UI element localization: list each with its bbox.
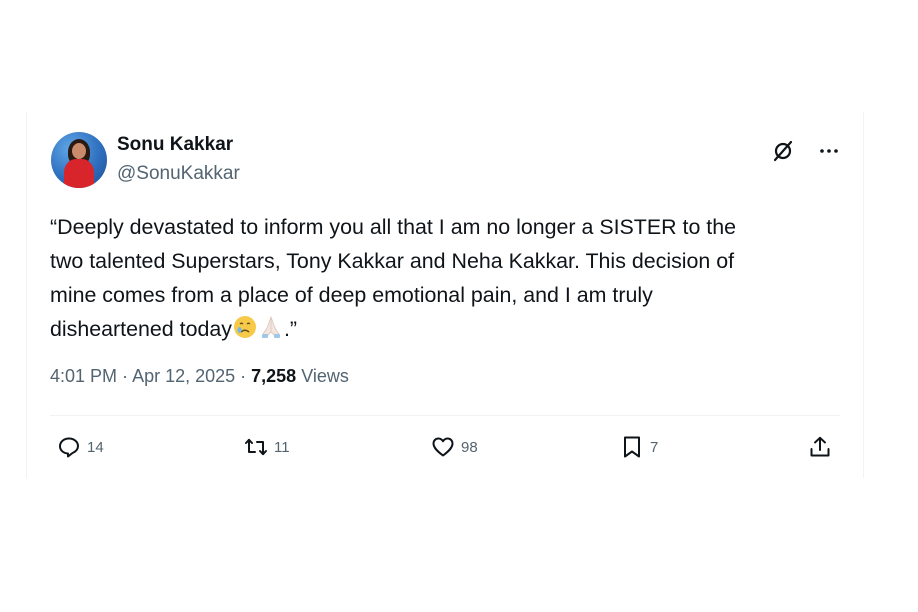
folded-hands-emoji (261, 315, 280, 338)
share-button[interactable] (808, 434, 832, 460)
meta-separator: · (117, 366, 133, 386)
reply-count: 14 (87, 438, 104, 456)
bookmark-count: 7 (650, 438, 659, 456)
retweet-button[interactable]: 11 (244, 434, 290, 460)
like-button[interactable]: 98 (431, 434, 478, 460)
tweet-date[interactable]: Apr 12, 2025 (132, 366, 235, 386)
tweet-text-segment: .” (283, 317, 298, 341)
tweet-text-line: “Deeply devastated to inform you all tha… (50, 215, 737, 239)
more-icon[interactable] (817, 139, 841, 163)
author-name[interactable]: Sonu Kakkar (117, 134, 233, 156)
views-label: Views (296, 366, 349, 386)
heart-icon (432, 437, 454, 457)
tweet-text-line: two talented Superstars, Tony Kakkar and… (50, 249, 735, 273)
retweet-count: 11 (274, 438, 290, 456)
grok-icon[interactable] (771, 139, 795, 163)
tweet-card: Sonu Kakkar @SonuKakkar “Deeply devastat… (26, 112, 864, 478)
crying-face-emoji (233, 316, 256, 338)
like-count: 98 (461, 438, 478, 456)
bookmark-icon (624, 436, 640, 458)
reply-button[interactable]: 14 (57, 434, 104, 460)
reply-icon (59, 437, 79, 458)
tweet-meta: 4:01 PM · Apr 12, 2025 · 7,258 Views (50, 366, 349, 387)
avatar[interactable] (51, 132, 107, 188)
tweet-time[interactable]: 4:01 PM (50, 366, 117, 386)
bookmark-button[interactable]: 7 (620, 434, 658, 460)
views-count[interactable]: 7,258 (251, 366, 296, 386)
tweet-text: “Deeply devastated to inform you all tha… (50, 210, 850, 346)
retweet-icon (245, 438, 267, 456)
share-icon (810, 436, 830, 457)
divider (50, 415, 840, 416)
author-handle[interactable]: @SonuKakkar (117, 163, 240, 185)
tweet-text-line: disheartened today .” (50, 312, 850, 346)
tweet-text-line: mine comes from a place of deep emotiona… (50, 283, 653, 307)
meta-separator: · (235, 366, 252, 386)
tweet-text-segment: disheartened today (50, 317, 232, 341)
